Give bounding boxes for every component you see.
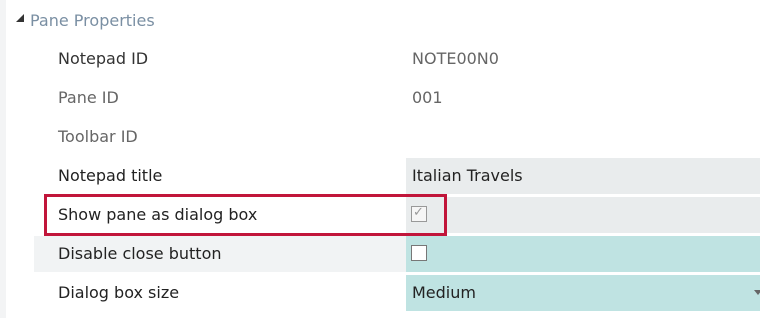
dialog-size-value[interactable]: Medium [406, 275, 760, 311]
notepad-id-label: Notepad ID [58, 49, 149, 68]
row-pane-id: Pane ID 001 [34, 79, 760, 117]
notepad-id-value: NOTE00N0 [406, 41, 760, 77]
dialog-size-text: Medium [412, 283, 476, 302]
pane-properties-header[interactable]: Pane Properties [6, 5, 760, 35]
pane-id-label: Pane ID [58, 88, 119, 107]
collapse-triangle-icon[interactable] [16, 14, 24, 22]
section-title: Pane Properties [30, 10, 155, 30]
show-dialog-field [406, 197, 760, 233]
row-dialog-size: Dialog box size Medium [34, 274, 760, 312]
pane-id-text: 001 [412, 88, 443, 107]
show-dialog-label: Show pane as dialog box [58, 205, 258, 224]
toolbar-id-label: Toolbar ID [58, 127, 138, 146]
properties-panel: Pane Properties Notepad ID NOTE00N0 Pane… [6, 0, 760, 318]
row-show-dialog: Show pane as dialog box ✓ [34, 196, 760, 234]
disable-close-field [406, 236, 760, 272]
show-dialog-checkbox[interactable]: ✓ [411, 205, 427, 222]
pane-id-value: 001 [406, 80, 760, 116]
chevron-down-icon[interactable] [754, 290, 760, 295]
notepad-title-text: Italian Travels [412, 166, 523, 185]
row-disable-close: Disable close button [34, 235, 760, 273]
disable-close-checkbox[interactable] [411, 245, 427, 261]
row-toolbar-id: Toolbar ID [34, 118, 760, 156]
check-icon: ✓ [413, 205, 424, 220]
row-notepad-id: Notepad ID NOTE00N0 [34, 40, 760, 78]
notepad-title-value[interactable]: Italian Travels [406, 158, 760, 194]
notepad-title-label: Notepad title [58, 166, 163, 185]
toolbar-id-value [406, 119, 760, 155]
dialog-size-label: Dialog box size [58, 283, 180, 302]
notepad-id-text: NOTE00N0 [412, 49, 499, 68]
disable-close-label: Disable close button [58, 244, 222, 263]
row-notepad-title: Notepad title Italian Travels [34, 157, 760, 195]
